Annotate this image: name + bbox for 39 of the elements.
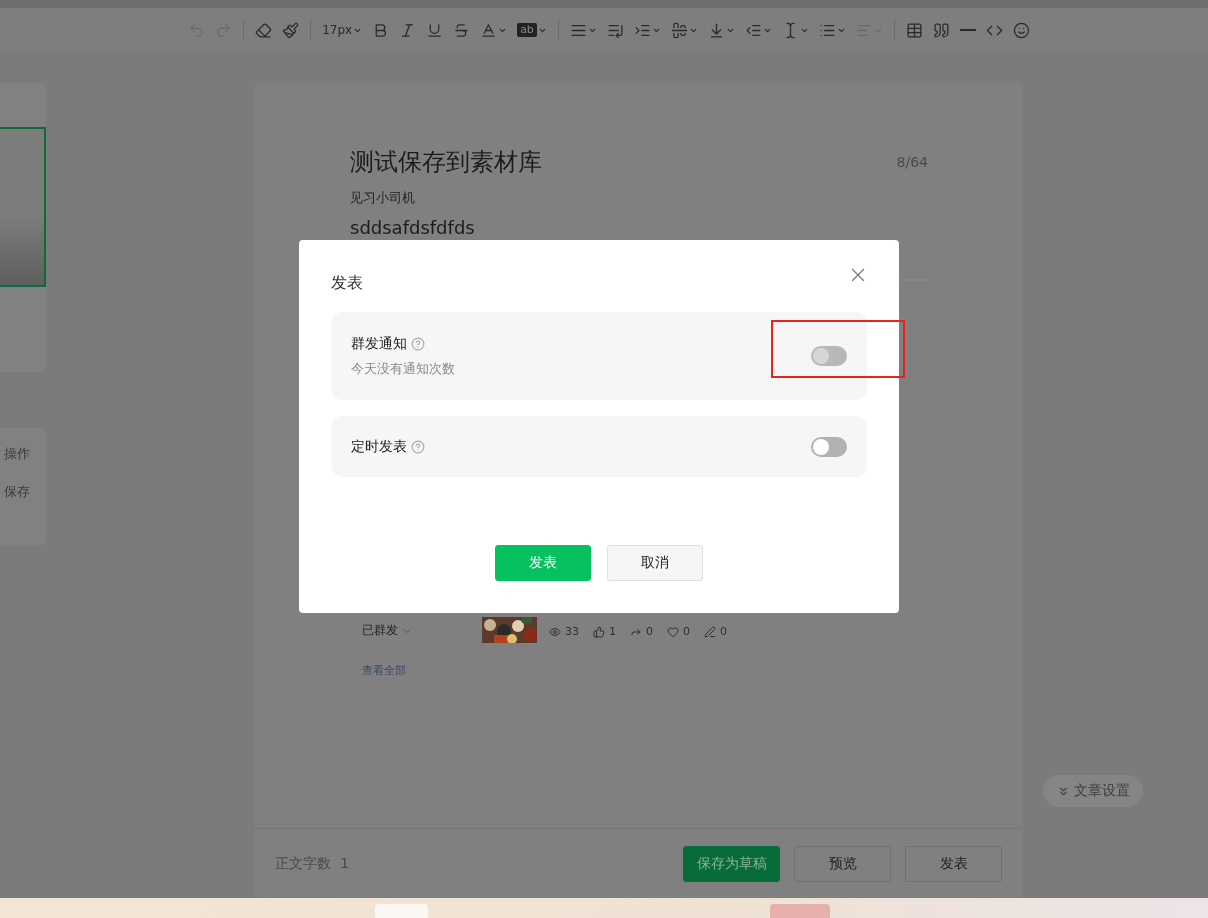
underline-icon (426, 21, 444, 39)
table-icon (905, 21, 923, 39)
eye-icon (549, 625, 561, 638)
smiley-icon (1012, 21, 1030, 39)
publish-button[interactable]: 发表 (495, 545, 591, 581)
footer-button[interactable]: 发表 (905, 845, 1002, 882)
pencil-icon (704, 625, 716, 638)
status-dropdown[interactable]: 已群发 (362, 622, 482, 643)
stat-count: 1 (593, 625, 616, 638)
stat-count: 0 (630, 625, 653, 638)
stat-count: 33 (549, 625, 579, 638)
highlight-button[interactable]: ab (514, 17, 550, 43)
eraser-icon (255, 21, 273, 39)
article-settings-button[interactable]: 文章设置 (1043, 775, 1143, 807)
stat-count: 0 (704, 625, 727, 638)
save-draft-button[interactable]: 保存为草稿 (683, 845, 780, 882)
panel-text: 操作 (4, 445, 31, 463)
font-color-icon (480, 21, 498, 39)
thumbs-up-icon (593, 625, 605, 638)
footer-button[interactable]: 预览 (794, 845, 891, 882)
heart-icon (667, 625, 679, 638)
help-icon[interactable] (411, 439, 425, 454)
paintbrush-icon (282, 21, 300, 39)
option-label: 群发通知 (351, 334, 407, 353)
strikethrough-icon (453, 21, 471, 39)
toggle-switch[interactable] (811, 436, 847, 457)
quote-icon (932, 21, 950, 39)
cancel-button[interactable]: 取消 (607, 545, 703, 581)
article-title[interactable]: 测试保存到素材库 (350, 146, 542, 178)
panel-text: 保存 (4, 483, 31, 501)
font-size-select[interactable]: 17px (319, 17, 366, 43)
option-hint: 今天没有通知次数 (351, 359, 455, 378)
horizontal-rule-icon (959, 29, 976, 31)
help-icon[interactable] (411, 336, 425, 351)
stat-count: 0 (667, 625, 690, 638)
author-name[interactable]: 见习小司机 (350, 189, 928, 207)
view-all-link[interactable]: 查看全部 (362, 663, 406, 678)
dialog-title: 发表 (331, 273, 363, 293)
option-label: 定时发表 (351, 437, 407, 456)
